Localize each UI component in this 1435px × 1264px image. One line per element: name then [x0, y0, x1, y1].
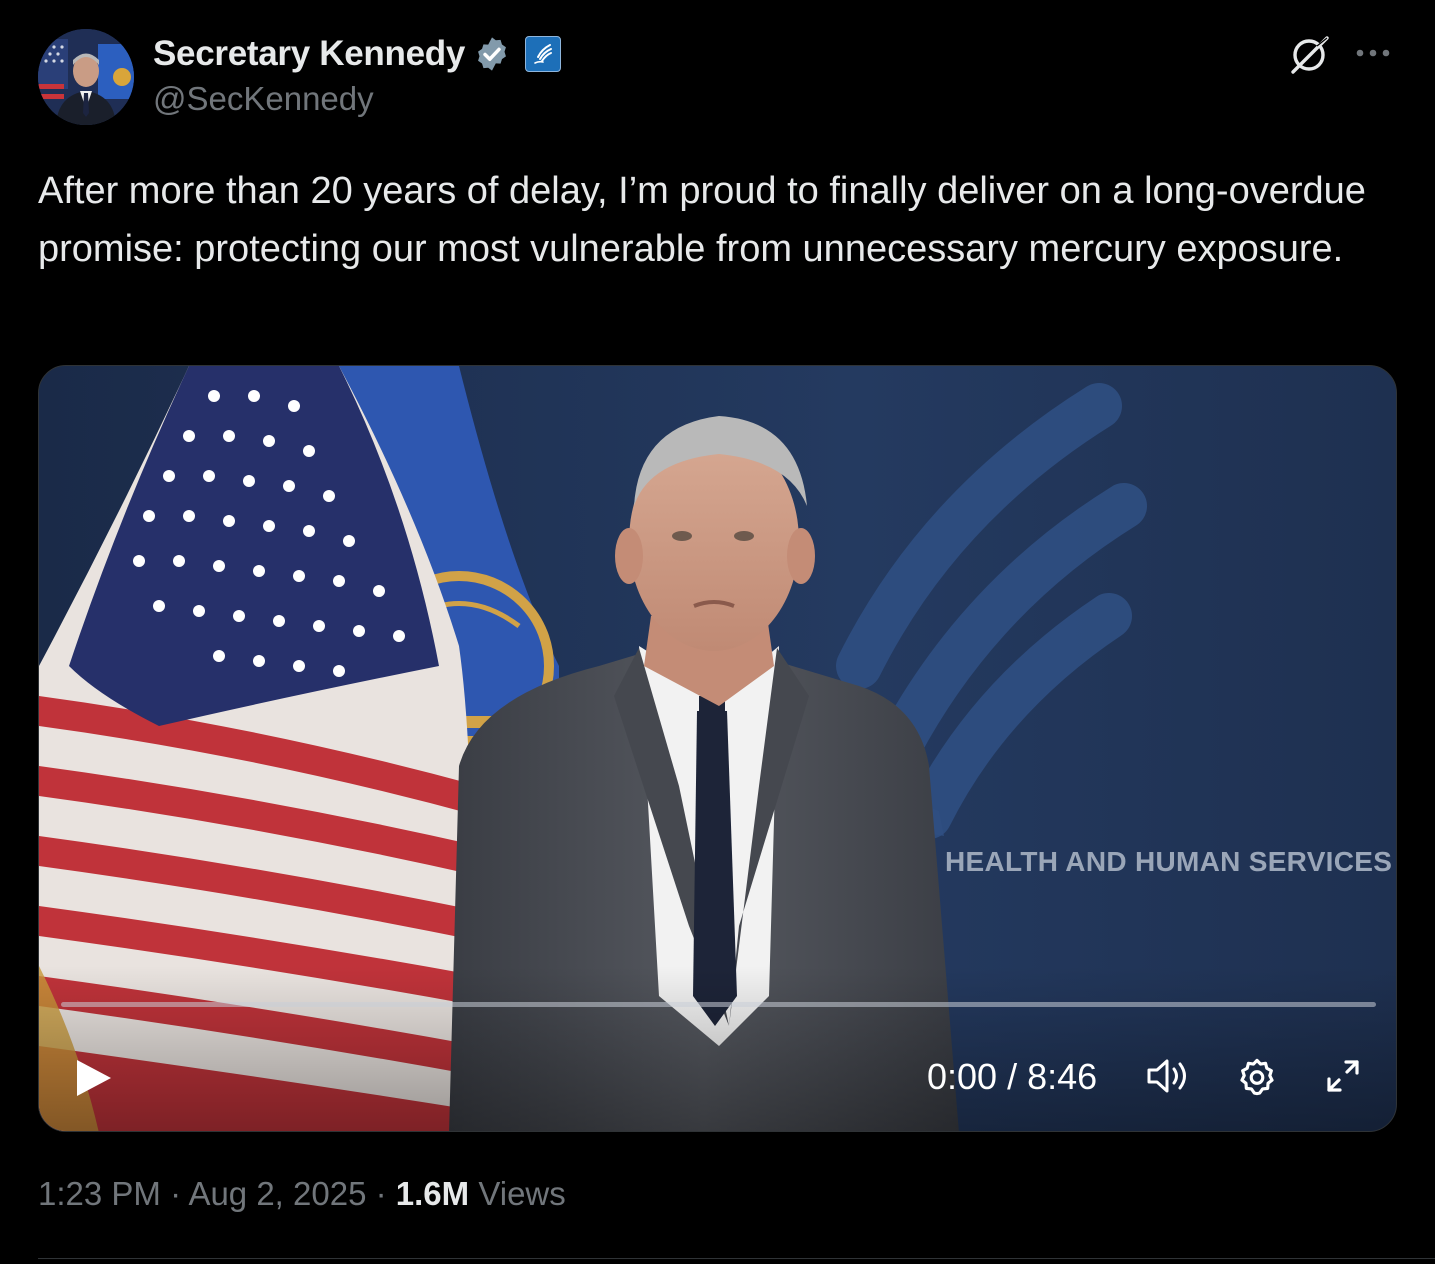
volume-button[interactable] [1145, 1056, 1193, 1096]
views-count[interactable]: 1.6M [396, 1175, 469, 1212]
avatar-photo [38, 29, 134, 125]
more-options-icon[interactable] [1354, 38, 1394, 68]
settings-gear-icon [1240, 1058, 1274, 1096]
tweet-text: After more than 20 years of delay, I’m p… [38, 170, 1366, 270]
video-progress-bar[interactable] [61, 1002, 1376, 1007]
tweet-date[interactable]: Aug 2, 2025 [188, 1175, 366, 1212]
tweet-meta: 1:23 PM · Aug 2, 2025 · 1.6M Views [38, 1175, 566, 1213]
author-name-row: Secretary Kennedy [153, 30, 562, 78]
verified-badge-icon[interactable] [473, 35, 511, 73]
tweet: Secretary Kennedy @SecKennedy After more… [0, 0, 1435, 1264]
controls-overlay [39, 966, 1396, 1131]
play-button[interactable] [73, 1056, 115, 1100]
hhs-affiliation-badge-icon[interactable] [525, 36, 562, 72]
backdrop-hhs-text: HEALTH AND HUMAN SERVICES [945, 846, 1393, 877]
grok-icon[interactable] [1287, 32, 1333, 78]
video-time-display: 0:00 / 8:46 [927, 1056, 1098, 1097]
display-name[interactable]: Secretary Kennedy [153, 34, 465, 74]
fullscreen-expand-icon [1327, 1060, 1359, 1092]
settings-button[interactable] [1236, 1056, 1278, 1098]
avatar[interactable] [38, 29, 134, 125]
divider [38, 1258, 1435, 1259]
volume-icon [1147, 1059, 1186, 1093]
views-label: Views [478, 1175, 566, 1212]
fullscreen-button[interactable] [1323, 1056, 1363, 1096]
author-handle[interactable]: @SecKennedy [153, 80, 374, 118]
meta-separator: · [375, 1175, 387, 1212]
tweet-time[interactable]: 1:23 PM [38, 1175, 161, 1212]
play-icon [77, 1060, 111, 1096]
meta-separator: · [170, 1175, 182, 1212]
video-player[interactable]: HEALTH AND HUMAN SERVICES 0:00 / 8:46 [38, 365, 1397, 1132]
